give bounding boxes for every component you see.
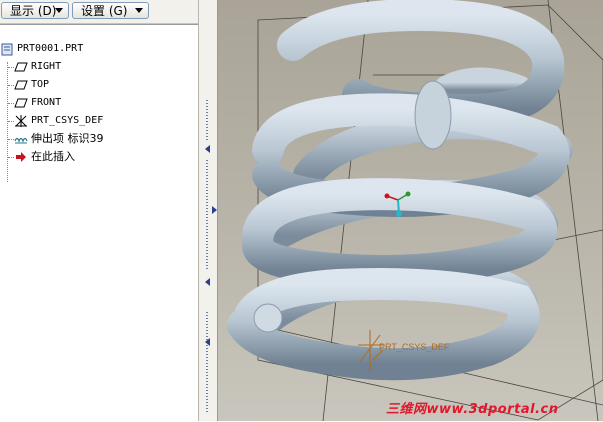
expand-right-icon[interactable] bbox=[212, 206, 217, 214]
collapse-left-icon[interactable] bbox=[205, 338, 210, 346]
model-tree: PRT0001.PRT RIGHT TOP FRONT PRT_CSYS_DEF… bbox=[0, 24, 198, 422]
sweep-protrusion-icon bbox=[14, 137, 28, 144]
csys-label: PRT_CSYS_DEF bbox=[379, 342, 450, 352]
tree-item-label: 在此插入 bbox=[31, 150, 75, 163]
panel-splitter[interactable] bbox=[198, 0, 218, 421]
part-icon bbox=[1, 43, 13, 56]
site-watermark: 三维网www.3dportal.cn bbox=[386, 402, 559, 417]
spring-end-cap bbox=[414, 80, 452, 150]
model-tree-toolbar: 显示 (D) 设置 (G) bbox=[0, 0, 198, 24]
model-tree-panel: 显示 (D) 设置 (G) PRT0001.PRT RIGHT TOP FRON… bbox=[0, 0, 198, 422]
chevron-down-icon bbox=[135, 8, 143, 13]
splitter-grip bbox=[206, 312, 208, 412]
tree-item-insert-here[interactable]: 在此插入 bbox=[14, 149, 134, 165]
splitter-grip bbox=[206, 160, 208, 270]
tree-root-part[interactable]: PRT0001.PRT bbox=[0, 41, 120, 57]
tree-item-csys[interactable]: PRT_CSYS_DEF bbox=[14, 113, 154, 129]
tree-guide-line bbox=[7, 62, 8, 182]
collapse-left-icon[interactable] bbox=[205, 145, 210, 153]
tree-item-protrusion[interactable]: 伸出项 标识39 bbox=[14, 131, 164, 147]
datum-plane-icon bbox=[14, 98, 28, 108]
tree-item-front[interactable]: FRONT bbox=[14, 95, 134, 111]
settings-menu-button[interactable]: 设置 (G) bbox=[72, 2, 149, 19]
tree-item-label: PRT_CSYS_DEF bbox=[31, 115, 104, 126]
splitter-grip bbox=[206, 100, 208, 140]
tree-item-label: 伸出项 标识39 bbox=[31, 132, 104, 145]
tree-item-label: RIGHT bbox=[31, 61, 62, 72]
datum-plane-icon bbox=[14, 62, 28, 72]
graphics-viewport[interactable]: PRT_CSYS_DEF bbox=[218, 0, 603, 421]
show-menu-label: 显示 (D) bbox=[10, 4, 57, 18]
tree-item-top[interactable]: TOP bbox=[14, 77, 134, 93]
insert-here-arrow-icon bbox=[16, 152, 26, 162]
coordinate-system-icon bbox=[15, 115, 27, 127]
show-menu-button[interactable]: 显示 (D) bbox=[1, 2, 69, 19]
datum-plane-icon bbox=[14, 80, 28, 90]
tree-item-right[interactable]: RIGHT bbox=[14, 59, 134, 75]
collapse-left-icon[interactable] bbox=[205, 278, 210, 286]
tree-root-label: PRT0001.PRT bbox=[17, 43, 84, 54]
tree-item-label: FRONT bbox=[31, 97, 62, 108]
spring-model-view: PRT_CSYS_DEF bbox=[227, 0, 603, 421]
spring-end-cap bbox=[253, 303, 283, 333]
tree-item-label: TOP bbox=[31, 79, 50, 90]
settings-menu-label: 设置 (G) bbox=[81, 4, 128, 18]
chevron-down-icon bbox=[55, 8, 63, 13]
